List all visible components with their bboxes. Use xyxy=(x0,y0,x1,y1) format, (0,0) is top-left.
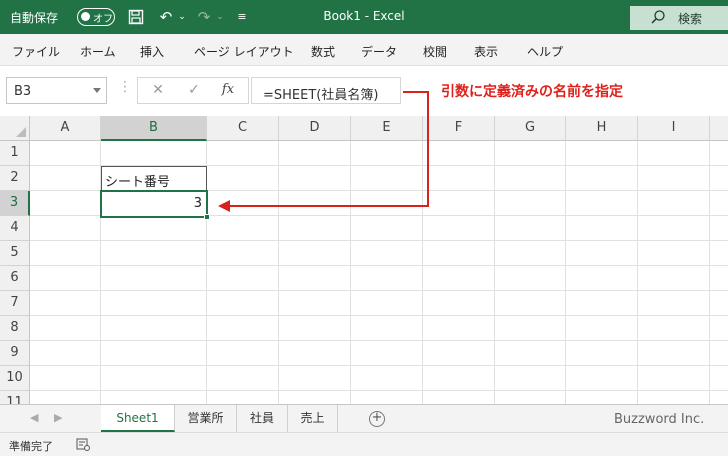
gridline xyxy=(350,141,351,404)
row-header-1[interactable]: 1 xyxy=(0,141,30,166)
sheet-tab-bar: ◀ ▶ Sheet1 営業所 社員 売上 + Buzzword Inc. xyxy=(0,404,728,432)
active-cell-selection xyxy=(100,190,210,220)
menu-page-layout[interactable]: ページ レイアウト xyxy=(194,43,294,60)
select-all-button[interactable] xyxy=(0,116,30,141)
row-header-11[interactable]: 11 xyxy=(0,391,30,404)
gridline xyxy=(709,141,710,404)
gridline xyxy=(565,141,566,404)
column-header-g[interactable]: G xyxy=(495,116,566,141)
cell-b2[interactable]: シート番号 xyxy=(101,166,207,192)
accessibility-icon[interactable] xyxy=(76,438,90,451)
gridline xyxy=(30,365,728,366)
gridline xyxy=(494,141,495,404)
column-header-f[interactable]: F xyxy=(423,116,495,141)
add-sheet-icon[interactable]: + xyxy=(369,411,385,427)
search-icon xyxy=(651,10,665,24)
column-header-a[interactable]: A xyxy=(30,116,101,141)
enter-check-icon[interactable]: ✓ xyxy=(184,82,204,100)
menu-formulas[interactable]: 数式 xyxy=(311,43,335,60)
row-header-5[interactable]: 5 xyxy=(0,241,30,266)
fill-handle[interactable] xyxy=(204,214,210,220)
gridline xyxy=(30,240,728,241)
drag-handle-icon[interactable]: ⋮ xyxy=(118,79,132,95)
search-box[interactable]: 検索 xyxy=(630,6,728,30)
cancel-icon[interactable]: ✕ xyxy=(148,82,168,100)
chevron-down-icon[interactable] xyxy=(93,88,101,93)
sheet-tab-eigyosho[interactable]: 営業所 xyxy=(175,405,237,432)
menu-help[interactable]: ヘルプ xyxy=(527,43,563,60)
menu-review[interactable]: 校閲 xyxy=(423,43,447,60)
spreadsheet-grid[interactable]: A B C D E F G H I 1 2 3 4 5 6 7 8 9 10 1… xyxy=(0,116,728,404)
search-label: 検索 xyxy=(678,12,703,26)
row-header-10[interactable]: 10 xyxy=(0,366,30,391)
formula-bar-area: B3 ⋮ ✕ ✓ fx =SHEET(社員名簿) 引数に定義済みの名前を指定 xyxy=(0,66,728,116)
row-header-2[interactable]: 2 xyxy=(0,166,30,191)
gridline xyxy=(30,290,728,291)
sheet-tab-sheet1[interactable]: Sheet1 xyxy=(101,405,175,432)
row-header-7[interactable]: 7 xyxy=(0,291,30,316)
menu-view[interactable]: 表示 xyxy=(474,43,498,60)
gridline xyxy=(30,340,728,341)
column-header-c[interactable]: C xyxy=(207,116,279,141)
name-box[interactable]: B3 xyxy=(6,77,107,104)
column-header-e[interactable]: E xyxy=(351,116,423,141)
gridline xyxy=(30,265,728,266)
gridline xyxy=(30,315,728,316)
status-text: 準備完了 xyxy=(9,440,53,453)
status-bar: 準備完了 xyxy=(0,432,728,456)
gridline xyxy=(637,141,638,404)
column-header-i[interactable]: I xyxy=(638,116,710,141)
sheet-tab-shain[interactable]: 社員 xyxy=(237,405,288,432)
annotation-text: 引数に定義済みの名前を指定 xyxy=(441,84,623,100)
column-header-partial[interactable] xyxy=(710,116,728,141)
column-header-d[interactable]: D xyxy=(279,116,351,141)
row-header-4[interactable]: 4 xyxy=(0,216,30,241)
formula-text: =SHEET(社員名簿) xyxy=(263,88,379,103)
menu-data[interactable]: データ xyxy=(361,43,397,60)
column-header-b[interactable]: B xyxy=(101,116,207,141)
row-header-3[interactable]: 3 xyxy=(0,191,30,216)
scroll-tabs-left-icon[interactable]: ◀ xyxy=(30,411,38,424)
menu-insert[interactable]: 挿入 xyxy=(140,43,164,60)
scroll-tabs-right-icon[interactable]: ▶ xyxy=(54,411,62,424)
title-bar: 自動保存 オフ ↶ ⌄ ↷ ⌄ ≡ Book1 - Excel 検索 xyxy=(0,0,728,34)
menu-home[interactable]: ホーム xyxy=(80,43,116,60)
row-header-9[interactable]: 9 xyxy=(0,341,30,366)
row-header-6[interactable]: 6 xyxy=(0,266,30,291)
insert-function-icon[interactable]: fx xyxy=(218,82,238,100)
gridline xyxy=(30,390,728,391)
formula-input[interactable]: =SHEET(社員名簿) xyxy=(251,77,401,104)
ribbon-menu: ファイル ホーム 挿入 ページ レイアウト 数式 データ 校閲 表示 ヘルプ xyxy=(0,34,728,66)
name-box-value: B3 xyxy=(14,84,32,99)
formula-buttons: ✕ ✓ fx xyxy=(137,77,249,104)
menu-file[interactable]: ファイル xyxy=(12,43,60,60)
gridline xyxy=(278,141,279,404)
sheet-tab-uriage[interactable]: 売上 xyxy=(288,405,338,432)
column-header-h[interactable]: H xyxy=(566,116,638,141)
window-title: Book1 - Excel xyxy=(323,9,405,23)
row-header-8[interactable]: 8 xyxy=(0,316,30,341)
watermark: Buzzword Inc. xyxy=(614,412,705,427)
gridline xyxy=(422,141,423,404)
